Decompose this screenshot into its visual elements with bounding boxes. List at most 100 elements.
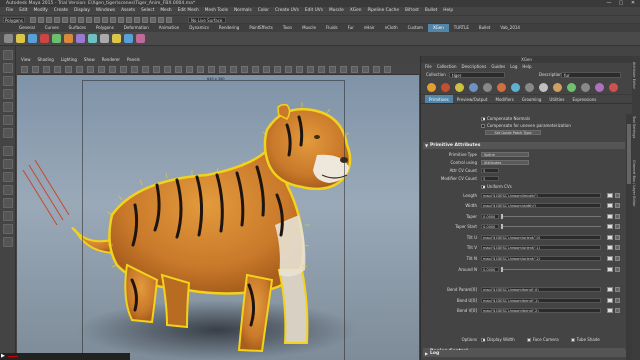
menu-set-selector[interactable]: Polygons (3, 17, 25, 23)
viewport-tool-icon[interactable] (296, 66, 303, 73)
toolbox-tool-icon[interactable] (3, 50, 13, 60)
close-button[interactable]: ✕ (629, 0, 637, 6)
viewport-tool-icon[interactable] (164, 66, 171, 73)
viewport-tool-icon[interactable] (362, 66, 369, 73)
xgen-tool-icon[interactable] (595, 83, 604, 92)
display-width-option[interactable]: Display Width (481, 336, 515, 343)
shelf-tab-general[interactable]: General (14, 24, 40, 32)
menu-pipeline-cache[interactable]: Pipeline Cache (367, 7, 399, 15)
shelf-tool-icon[interactable] (16, 34, 25, 43)
compensate-uneven-row[interactable]: Compensate for uneven parameterization (481, 123, 571, 128)
xgen-menu-collection[interactable]: Collection (437, 63, 457, 71)
menu-bullet[interactable]: Bullet (425, 7, 437, 15)
menu-mesh[interactable]: Mesh (160, 7, 171, 15)
toolbox-tool-icon[interactable] (3, 102, 13, 112)
menu-windows[interactable]: Windows (96, 7, 115, 15)
viewport-tool-icon[interactable] (65, 66, 72, 73)
primitive-type-dropdown[interactable]: Spline (481, 152, 529, 157)
map-edit-icon[interactable] (607, 214, 613, 219)
expression-menu-icon[interactable] (615, 308, 620, 313)
menu-help[interactable]: Help (443, 7, 453, 15)
viewport-menu-lighting[interactable]: Lighting (61, 56, 77, 64)
viewport-tool-icon[interactable] (109, 66, 116, 73)
xgen-tool-icon[interactable] (427, 83, 436, 92)
shelf-tab-curves[interactable]: Curves (40, 24, 64, 32)
xgen-tool-icon[interactable] (511, 83, 520, 92)
compensate-uneven-checkbox[interactable] (481, 123, 485, 128)
xgen-tab-preview-output[interactable]: Preview/Output (453, 95, 492, 103)
toolbox-tool-icon[interactable] (3, 128, 13, 138)
shelf-tab-animation[interactable]: Animation (154, 24, 184, 32)
menu-muscle[interactable]: Muscle (329, 7, 344, 15)
toolbox-tool-icon[interactable] (3, 237, 13, 247)
shelf-tab-turtle[interactable]: TURTLE (449, 24, 474, 32)
shelf-tab-deformation[interactable]: Deformation (119, 24, 154, 32)
map-edit-icon[interactable] (607, 256, 613, 261)
viewport-tool-icon[interactable] (285, 66, 292, 73)
face-camera-option[interactable]: Face Camera (526, 336, 559, 343)
map-edit-icon[interactable] (607, 203, 613, 208)
viewport-menu-panels[interactable]: Panels (127, 56, 140, 64)
shelf-tab-nhair[interactable]: nHair (359, 24, 380, 32)
menu-normals[interactable]: Normals (234, 7, 252, 15)
shelf-tool-icon[interactable] (4, 34, 13, 43)
menu-modify[interactable]: Modify (34, 7, 48, 15)
live-surface-field[interactable]: No Live Surface (188, 17, 226, 23)
expr-field[interactable]: map('${DESC}/groom/length/') (481, 193, 601, 198)
xgen-menu-descriptions[interactable]: Descriptions (462, 63, 487, 71)
viewport-tool-icon[interactable] (351, 66, 358, 73)
video-progress-bar[interactable]: ▶ (0, 353, 130, 360)
shelf-tab-muscle[interactable]: Muscle (297, 24, 321, 32)
status-tool-icon[interactable] (142, 17, 148, 23)
compensate-normals-row[interactable]: Compensate Normals (481, 116, 530, 121)
menu-edit[interactable]: Edit (19, 7, 27, 15)
shelf-tab-toon[interactable]: Toon (278, 24, 297, 32)
toolbox-tool-icon[interactable] (3, 63, 13, 73)
xgen-tool-icon[interactable] (469, 83, 478, 92)
status-tool-icon[interactable] (118, 17, 124, 23)
toolbox-tool-icon[interactable] (3, 76, 13, 86)
viewport-tool-icon[interactable] (32, 66, 39, 73)
shelf-tab-painteffects[interactable]: PaintEffects (244, 24, 278, 32)
shelf-tab-custom[interactable]: Custom (403, 24, 428, 32)
expression-menu-icon[interactable] (615, 287, 620, 292)
shelf-tool-icon[interactable] (112, 34, 121, 43)
expr-field[interactable]: map('${DESC}/groom/bend/',1) (481, 298, 601, 303)
shelf-tool-icon[interactable] (64, 34, 73, 43)
viewport-tool-icon[interactable] (307, 66, 314, 73)
toolbox-tool-icon[interactable] (3, 211, 13, 221)
viewport-tool-icon[interactable] (318, 66, 325, 73)
expression-menu-icon[interactable] (615, 256, 620, 261)
side-tab-attribute-editor[interactable]: Attribute Editor (632, 62, 636, 89)
toolbox-tool-icon[interactable] (3, 172, 13, 182)
expr-number-field[interactable]: 0.0000 (481, 224, 499, 229)
expression-menu-icon[interactable] (615, 235, 620, 240)
viewport-tool-icon[interactable] (230, 66, 237, 73)
toolbox-tool-icon[interactable] (3, 224, 13, 234)
expr-field[interactable]: map('${DESC}/groom/orient/',0) (481, 235, 601, 240)
expr-number-field[interactable]: 0.0000 (481, 214, 499, 219)
xgen-tab-expressions[interactable]: Expressions (568, 95, 600, 103)
status-tool-icon[interactable] (30, 17, 36, 23)
menu-display[interactable]: Display (74, 7, 90, 15)
xgen-tool-icon[interactable] (441, 83, 450, 92)
viewport-tool-icon[interactable] (186, 66, 193, 73)
shelf-tool-icon[interactable] (136, 34, 145, 43)
viewport-tool-icon[interactable] (120, 66, 127, 73)
control-using-dropdown[interactable]: Attributes (481, 160, 529, 165)
shelf-tab-xgen[interactable]: XGen (427, 24, 449, 32)
status-tool-icon[interactable] (78, 17, 84, 23)
expression-menu-icon[interactable] (615, 203, 620, 208)
expression-menu-icon[interactable] (615, 267, 620, 272)
xgen-tab-modifiers[interactable]: Modifiers (492, 95, 518, 103)
status-tool-icon[interactable] (150, 17, 156, 23)
viewport-menu-shading[interactable]: Shading (38, 56, 54, 64)
shelf-tab-fluids[interactable]: Fluids (321, 24, 343, 32)
tube-shade-checkbox[interactable] (570, 337, 575, 342)
viewport-tool-icon[interactable] (21, 66, 28, 73)
perspective-viewport[interactable]: 640 x 360 (17, 75, 419, 360)
xgen-tab-primitives[interactable]: Primitives (425, 95, 453, 103)
viewport-tool-icon[interactable] (329, 66, 336, 73)
viewport-tool-icon[interactable] (219, 66, 226, 73)
status-tool-icon[interactable] (38, 17, 44, 23)
